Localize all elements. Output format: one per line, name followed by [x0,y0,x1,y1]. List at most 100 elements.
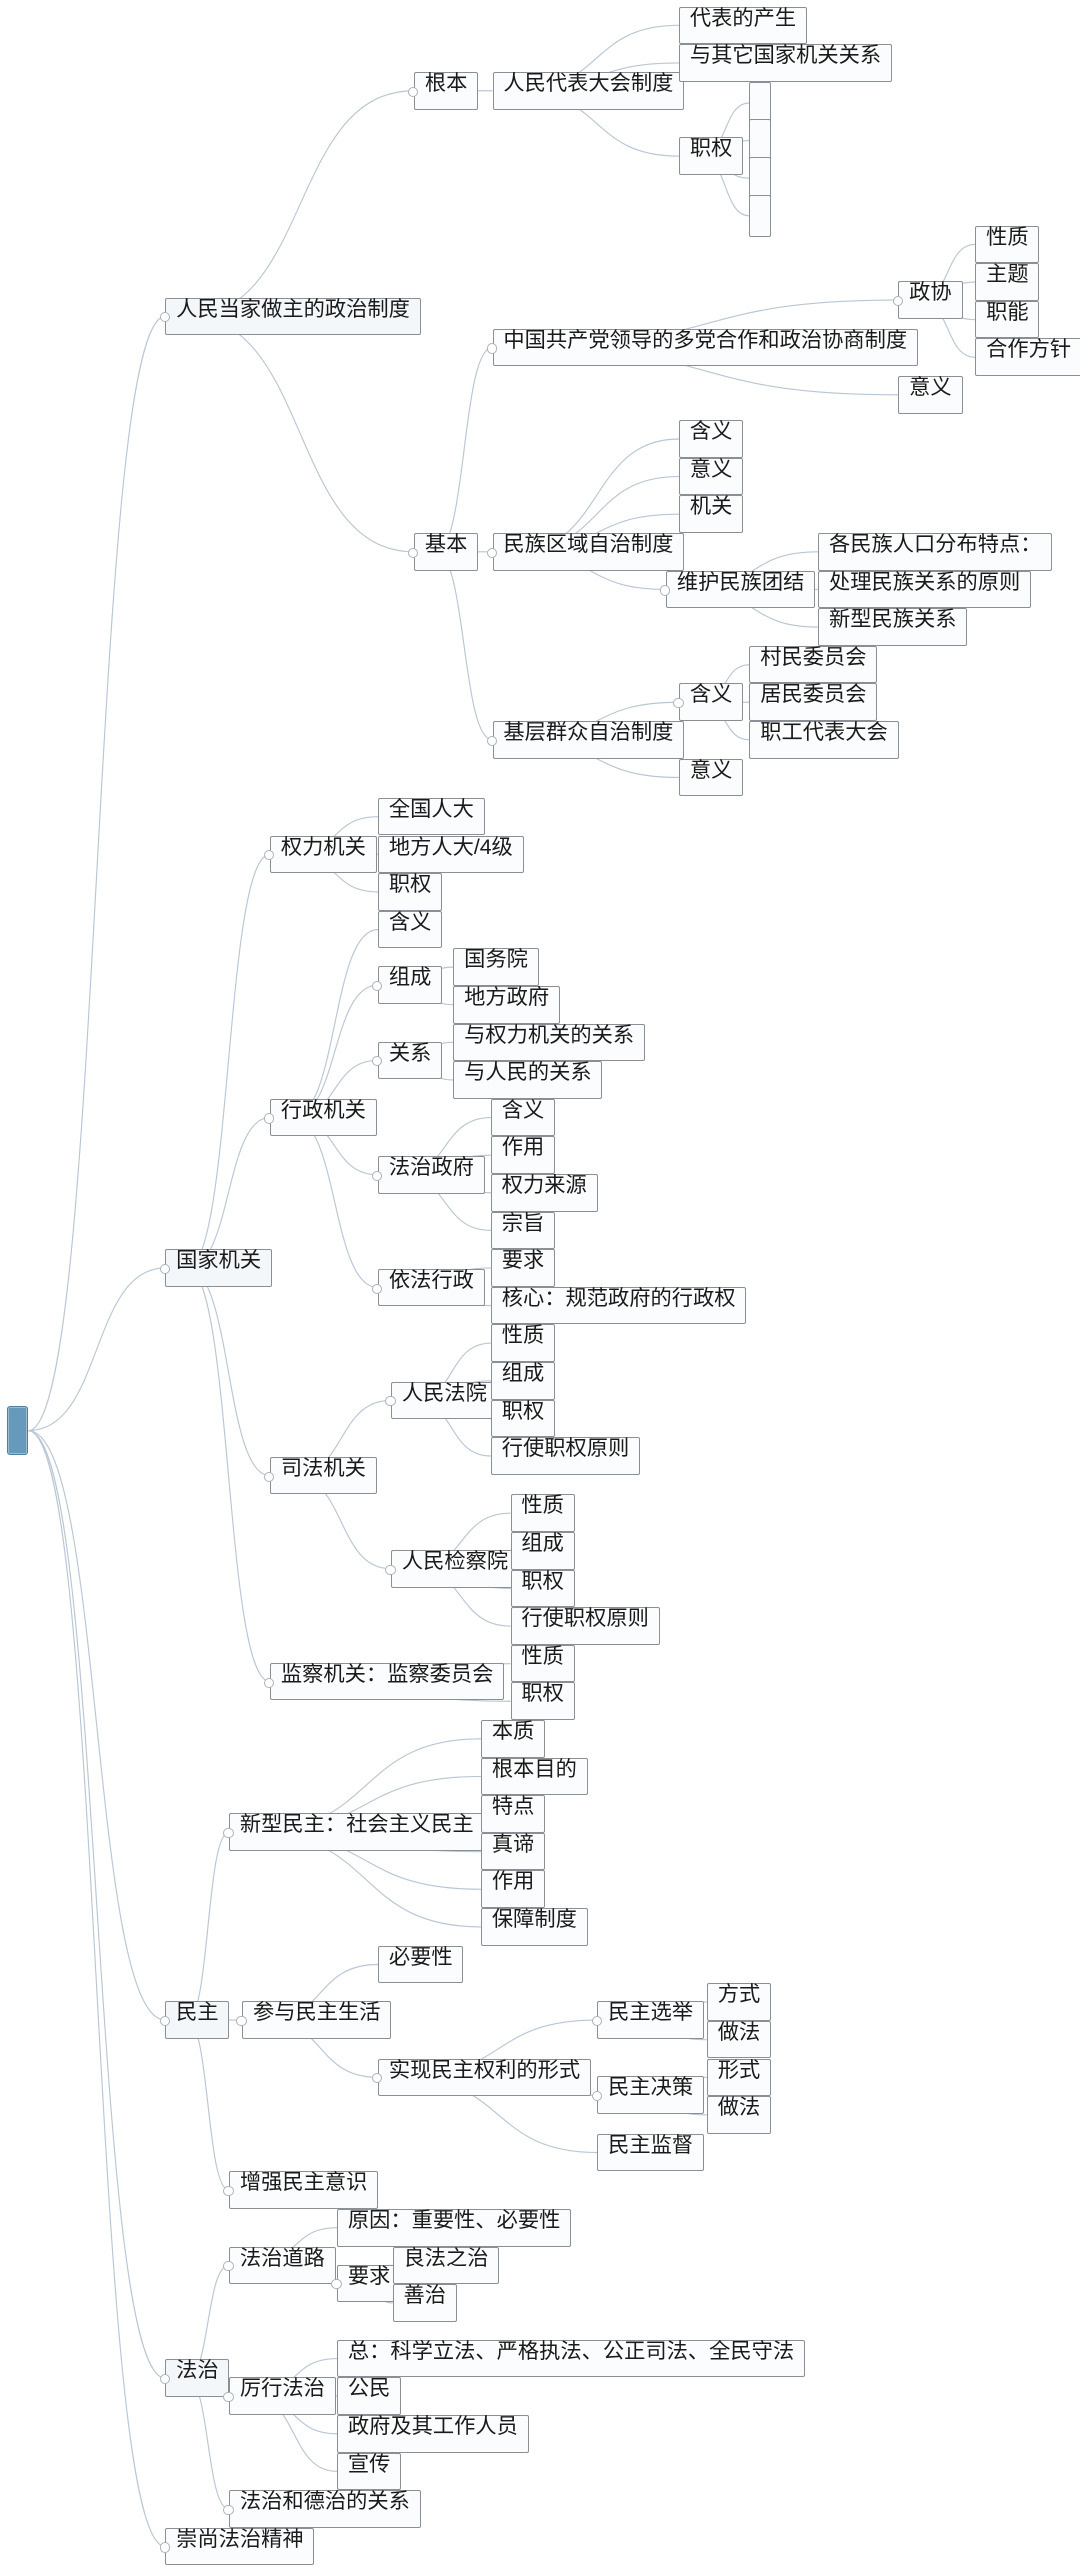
mindmap-node[interactable]: 村民委员会 [749,645,878,684]
mindmap-node[interactable]: 特点 [481,1795,546,1833]
collapse-toggle-dot[interactable] [223,2261,234,2272]
mindmap-node[interactable]: 真谛 [481,1832,546,1871]
collapse-toggle-dot[interactable] [486,547,497,558]
mindmap-node[interactable]: 政协 [898,281,963,319]
mindmap-node[interactable]: 新型民族关系 [818,608,968,646]
mindmap-node[interactable]: 意义 [679,457,744,496]
mindmap-node[interactable]: 宣传 [337,2452,402,2491]
mindmap-node[interactable]: 厉行法治 [229,2377,336,2415]
mindmap-node[interactable]: 民主 [165,2001,230,2039]
mindmap-node[interactable]: 居民委员会 [749,683,878,722]
mindmap-node[interactable]: 善治 [392,2284,457,2322]
mindmap-node[interactable]: 权力来源 [490,1173,598,1212]
collapse-toggle-dot[interactable] [591,2015,602,2027]
mindmap-node-blank[interactable] [749,81,771,125]
mindmap-node[interactable]: 民族区域自治制度 [492,533,685,571]
collapse-toggle-dot[interactable] [159,2015,170,2027]
collapse-toggle-dot[interactable] [660,585,671,596]
mindmap-node[interactable]: 代表的产生 [679,6,807,45]
mindmap-node[interactable]: 人民检察院 [391,1550,519,1588]
mindmap-node[interactable]: 含义 [679,683,744,722]
mindmap-node[interactable]: 法治政府 [378,1155,485,1194]
mindmap-node[interactable]: 基层群众自治制度 [492,721,685,759]
mindmap-node[interactable]: 参与民主生活 [242,2001,392,2039]
mindmap-node[interactable]: 根本目的 [481,1757,588,1796]
mindmap-node[interactable]: 与其它国家机关关系 [679,44,892,82]
mindmap-node[interactable]: 依法行政 [378,1268,485,1307]
collapse-toggle-dot[interactable] [385,1396,396,1407]
collapse-toggle-dot[interactable] [159,2542,170,2553]
mindmap-node[interactable]: 与权力机关的关系 [453,1023,645,1062]
mindmap-node[interactable]: 行使职权原则 [510,1607,660,1645]
mindmap-node[interactable]: 人民法院 [391,1381,498,1420]
mindmap-node[interactable]: 性质 [975,225,1040,264]
mindmap-node[interactable]: 总：科学立法、严格执法、公正司法、全民守法 [337,2339,805,2378]
mindmap-node[interactable]: 地方政府 [453,985,560,1024]
mindmap-root-node[interactable] [6,1406,29,1456]
mindmap-node[interactable]: 增强民主意识 [229,2171,379,2209]
mindmap-node[interactable]: 地方人大/4级 [378,835,524,874]
mindmap-node[interactable]: 国务院 [453,948,539,986]
mindmap-node[interactable]: 法治和德治的关系 [229,2490,421,2528]
mindmap-node[interactable]: 中国共产党领导的多党合作和政治协商制度 [492,328,918,367]
mindmap-node[interactable]: 组成 [510,1532,575,1570]
mindmap-node[interactable]: 各民族人口分布特点： [818,533,1053,571]
mindmap-node[interactable]: 崇尚法治精神 [165,2527,315,2566]
mindmap-node[interactable]: 机关 [679,495,744,533]
mindmap-node[interactable]: 组成 [378,966,443,1004]
mindmap-node[interactable]: 行使职权原则 [490,1437,641,1475]
mindmap-node[interactable]: 必要性 [378,1945,464,1984]
mindmap-canvas[interactable]: 人民当家做主的政治制度 根本 人民代表大会制度 代表的产生 与其它国家机关关系 职权 基本中… [0,0,1080,2567]
mindmap-node[interactable]: 方式 [706,1983,772,2021]
mindmap-node[interactable]: 监察机关：监察委员会 [270,1662,505,1701]
mindmap-node[interactable]: 与人民的关系 [453,1061,603,1099]
mindmap-node[interactable]: 新型民主：社会主义民主 [229,1813,485,1851]
mindmap-node[interactable]: 宗旨 [490,1211,556,1250]
mindmap-node[interactable]: 民主选举 [597,2001,704,2039]
collapse-toggle-dot[interactable] [223,2186,234,2197]
mindmap-node[interactable]: 人民当家做主的政治制度 [165,297,421,336]
mindmap-node[interactable]: 含义 [679,420,744,458]
mindmap-node[interactable]: 行政机关 [270,1098,377,1137]
mindmap-node[interactable]: 民主决策 [597,2076,704,2115]
mindmap-node[interactable]: 公民 [337,2377,402,2415]
mindmap-node-blank[interactable] [749,119,771,162]
mindmap-node[interactable]: 良法之治 [392,2246,500,2285]
mindmap-node[interactable]: 性质 [510,1494,575,1532]
mindmap-node[interactable]: 权力机关 [270,835,377,874]
mindmap-node[interactable]: 处理民族关系的原则 [818,570,1032,609]
mindmap-node-blank[interactable] [749,194,771,238]
collapse-toggle-dot[interactable] [673,698,684,709]
mindmap-node[interactable]: 本质 [481,1720,546,1758]
mindmap-node[interactable]: 合作方针 [975,338,1080,377]
mindmap-node[interactable]: 法治 [165,2359,230,2397]
collapse-toggle-dot[interactable] [264,1113,275,1124]
mindmap-node[interactable]: 职权 [378,873,443,911]
mindmap-node[interactable]: 要求 [337,2264,402,2303]
mindmap-node[interactable]: 组成 [490,1361,556,1400]
mindmap-node[interactable]: 原因：重要性、必要性 [337,2208,572,2247]
mindmap-node[interactable]: 法治道路 [229,2246,336,2285]
mindmap-node[interactable]: 形式 [706,2058,772,2097]
mindmap-node[interactable]: 核心：规范政府的行政权 [490,1286,747,1325]
collapse-toggle-dot[interactable] [385,1564,396,1575]
collapse-toggle-dot[interactable] [159,2374,170,2385]
mindmap-node[interactable]: 人民代表大会制度 [492,71,685,110]
collapse-toggle-dot[interactable] [236,2015,247,2027]
collapse-toggle-dot[interactable] [223,2392,234,2403]
mindmap-node[interactable]: 职工代表大会 [749,721,899,759]
mindmap-node[interactable]: 要求 [490,1249,556,1287]
mindmap-node[interactable]: 国家机关 [165,1249,272,1287]
mindmap-node[interactable]: 全国人大 [378,797,485,836]
mindmap-node[interactable]: 含义 [378,910,443,949]
mindmap-node[interactable]: 职权 [510,1682,575,1721]
collapse-toggle-dot[interactable] [892,295,903,307]
mindmap-node[interactable]: 基本 [414,533,479,571]
collapse-toggle-dot[interactable] [223,2504,234,2516]
mindmap-node[interactable]: 实现民主权利的形式 [378,2058,591,2097]
mindmap-node[interactable]: 政府及其工作人员 [337,2414,529,2453]
mindmap-node[interactable]: 保障制度 [481,1908,588,1946]
mindmap-node[interactable]: 民主监督 [597,2133,704,2172]
mindmap-node[interactable]: 作用 [481,1870,546,1909]
collapse-toggle-dot[interactable] [223,1827,234,1839]
